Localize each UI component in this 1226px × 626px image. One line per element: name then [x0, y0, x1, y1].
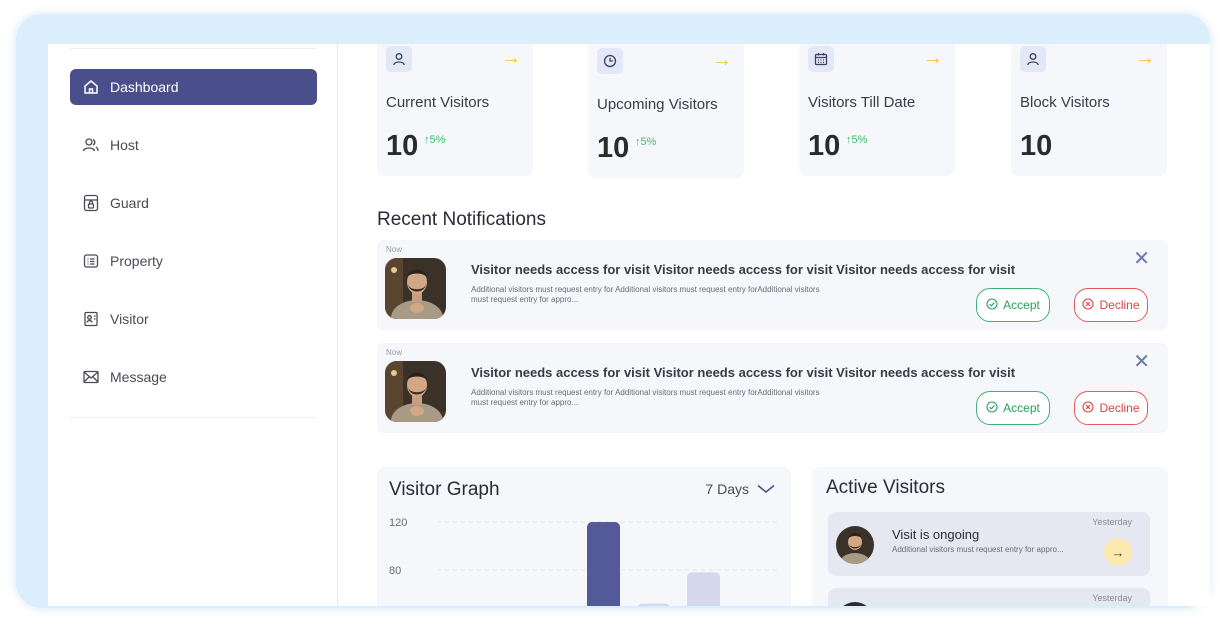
sidebar-item-message[interactable]: Message: [70, 359, 317, 395]
stat-value: 10: [808, 130, 841, 162]
user-icon: [1020, 46, 1046, 72]
active-visitor-time: Yesterday: [1092, 593, 1132, 603]
active-visitor-time: Yesterday: [1092, 517, 1132, 527]
stat-label: Visitors Till Date: [808, 94, 916, 111]
check-circle-icon: [986, 400, 998, 416]
sidebar-item-label: Visitor: [110, 311, 149, 327]
calendar-icon: [808, 46, 834, 72]
stat-card-upcoming-visitors[interactable]: → Upcoming Visitors 10 ↑5%: [588, 44, 744, 178]
active-visitor-item[interactable]: Yesterday: [828, 588, 1150, 606]
arrow-right-icon[interactable]: →: [1104, 538, 1132, 566]
stat-card-visitors-till-date[interactable]: → Visitors Till Date 10 ↑5%: [799, 44, 955, 176]
visitor-bar-chart: 120 80: [389, 517, 777, 606]
avatar: [836, 602, 874, 606]
property-icon: [82, 252, 100, 270]
sidebar-item-label: Host: [110, 137, 139, 153]
user-icon: [386, 46, 412, 72]
app-window: Dashboard Host Guard Property Visitor Me…: [48, 44, 1210, 606]
y-tick-label: 80: [389, 565, 401, 577]
stat-delta: ↑5%: [846, 134, 868, 146]
sidebar-item-guard[interactable]: Guard: [70, 185, 317, 221]
mail-icon: [82, 368, 100, 386]
decline-label: Decline: [1099, 298, 1140, 312]
stat-card-current-visitors[interactable]: → Current Visitors 10 ↑5%: [377, 44, 533, 176]
users-icon: [82, 136, 100, 154]
notification-title: Visitor needs access for visit Visitor n…: [471, 262, 1016, 277]
close-icon[interactable]: ✕: [1133, 246, 1150, 271]
active-visitors-card: Active Visitors Yesterday Visit is ongoi…: [812, 467, 1168, 606]
stat-label: Current Visitors: [386, 94, 490, 111]
chart-bar[interactable]: [687, 572, 720, 606]
app-frame-overlay: Dashboard Host Guard Property Visitor Me…: [16, 14, 1210, 608]
check-circle-icon: [986, 297, 998, 313]
arrow-right-icon[interactable]: →: [712, 49, 732, 72]
active-visitor-item[interactable]: Yesterday Visit is ongoing Additional vi…: [828, 512, 1150, 576]
sidebar: Dashboard Host Guard Property Visitor Me…: [48, 44, 338, 606]
stat-label: Upcoming Visitors: [597, 96, 718, 113]
accept-label: Accept: [1003, 401, 1040, 415]
avatar: [836, 526, 874, 564]
arrow-right-icon[interactable]: →: [501, 47, 521, 70]
id-card-icon: [82, 310, 100, 328]
stat-delta: ↑5%: [635, 136, 657, 148]
avatar: [385, 361, 446, 422]
chart-bar[interactable]: [637, 603, 670, 606]
home-icon: [82, 78, 100, 96]
accept-button[interactable]: Accept: [976, 288, 1050, 322]
decline-button[interactable]: Decline: [1074, 288, 1148, 322]
notification-title: Visitor needs access for visit Visitor n…: [471, 365, 1016, 380]
close-icon[interactable]: ✕: [1133, 349, 1150, 374]
notification-item: Now Visitor needs access for visit Visit…: [377, 240, 1168, 330]
arrow-right-icon[interactable]: →: [1135, 47, 1155, 70]
notification-time: Now: [386, 348, 403, 357]
notification-description: Additional visitors must request entry f…: [471, 388, 820, 407]
arrow-right-icon[interactable]: →: [923, 47, 943, 70]
stat-value: 10: [597, 132, 630, 164]
active-visitor-title: Visit is ongoing: [892, 527, 980, 542]
x-circle-icon: [1082, 400, 1095, 416]
avatar: [385, 258, 446, 319]
x-circle-icon: [1082, 297, 1095, 313]
stat-delta: ↑5%: [424, 134, 446, 146]
clock-icon: [597, 48, 623, 74]
stat-card-block-visitors[interactable]: → Block Visitors 10: [1011, 44, 1167, 176]
decline-button[interactable]: Decline: [1074, 391, 1148, 425]
sidebar-item-label: Guard: [110, 195, 149, 211]
sidebar-item-dashboard[interactable]: Dashboard: [70, 69, 317, 105]
notification-description: Additional visitors must request entry f…: [471, 285, 820, 304]
guard-icon: [82, 194, 100, 212]
decline-label: Decline: [1099, 401, 1140, 415]
y-tick-label: 120: [389, 517, 407, 529]
stat-value: 10: [1020, 130, 1053, 162]
sidebar-item-host[interactable]: Host: [70, 127, 317, 163]
sidebar-divider-top: [70, 48, 316, 49]
sidebar-item-property[interactable]: Property: [70, 243, 317, 279]
active-visitors-title: Active Visitors: [826, 477, 945, 498]
sidebar-item-label: Property: [110, 253, 163, 269]
notifications-title: Recent Notifications: [377, 209, 546, 230]
stat-label: Block Visitors: [1020, 94, 1110, 111]
chart-bar[interactable]: [587, 522, 620, 606]
sidebar-divider-bottom: [70, 417, 316, 418]
accept-label: Accept: [1003, 298, 1040, 312]
sidebar-item-label: Message: [110, 369, 167, 385]
stat-value: 10: [386, 130, 419, 162]
active-visitor-description: Additional visitors must request entry f…: [892, 545, 1064, 554]
sidebar-item-label: Dashboard: [110, 79, 179, 95]
accept-button[interactable]: Accept: [976, 391, 1050, 425]
notification-item: Now Visitor needs access for visit Visit…: [377, 343, 1168, 433]
notification-time: Now: [386, 245, 403, 254]
main-content: → Current Visitors 10 ↑5% → Upcoming Vis…: [339, 44, 1210, 606]
visitor-graph-card: Visitor Graph 7 Days 120 80: [377, 467, 791, 606]
sidebar-item-visitor[interactable]: Visitor: [70, 301, 317, 337]
